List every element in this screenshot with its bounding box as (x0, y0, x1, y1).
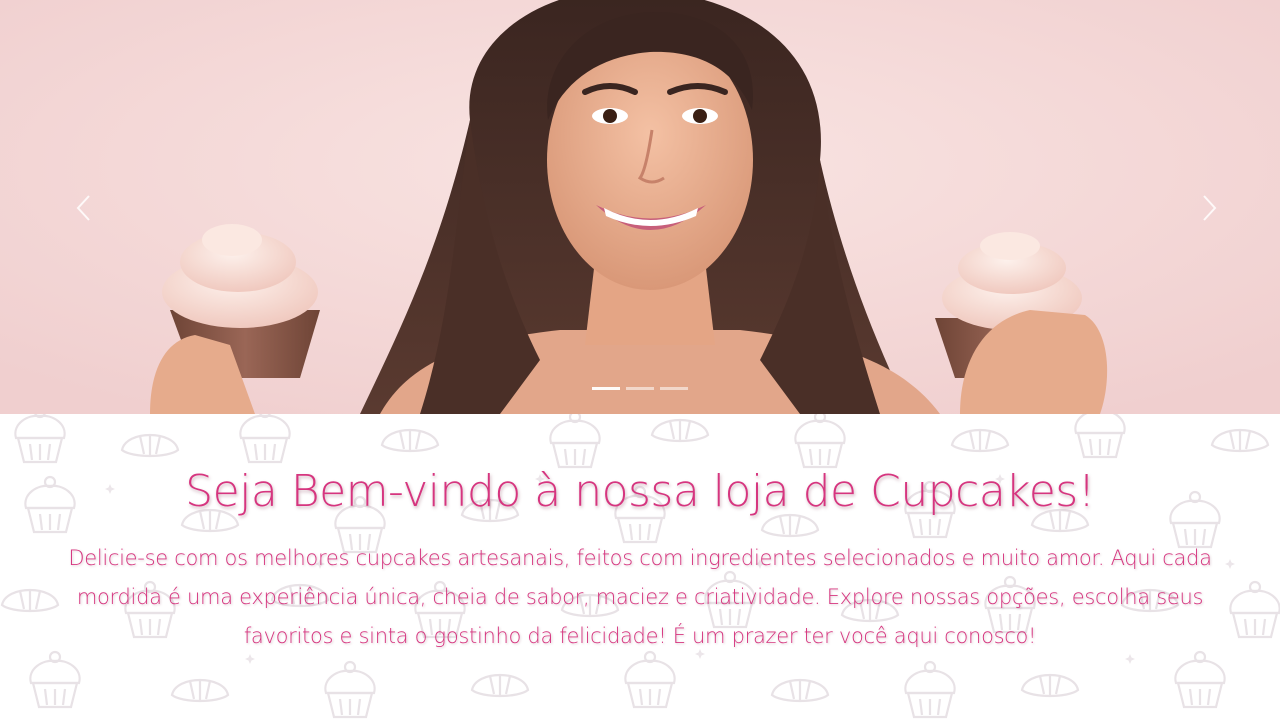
carousel-prev-button[interactable] (61, 186, 105, 230)
hero-carousel (0, 0, 1280, 414)
chevron-left-icon (76, 195, 90, 221)
carousel-slide-1 (0, 0, 1280, 414)
carousel-indicator-1[interactable] (592, 387, 620, 390)
carousel-indicators (0, 387, 1280, 390)
carousel-indicator-3[interactable] (660, 387, 688, 390)
welcome-paragraph: Delicie-se com os melhores cupcakes arte… (68, 546, 1212, 648)
chevron-right-icon (1203, 195, 1217, 221)
welcome-section: Seja Bem-vindo à nossa loja de Cupcakes!… (0, 414, 1280, 720)
carousel-next-button[interactable] (1188, 186, 1232, 230)
carousel-indicator-2[interactable] (626, 387, 654, 390)
hero-image (0, 0, 1280, 414)
welcome-content: Seja Bem-vindo à nossa loja de Cupcakes!… (0, 414, 1280, 656)
welcome-title: Seja Bem-vindo à nossa loja de Cupcakes! (185, 466, 1095, 517)
